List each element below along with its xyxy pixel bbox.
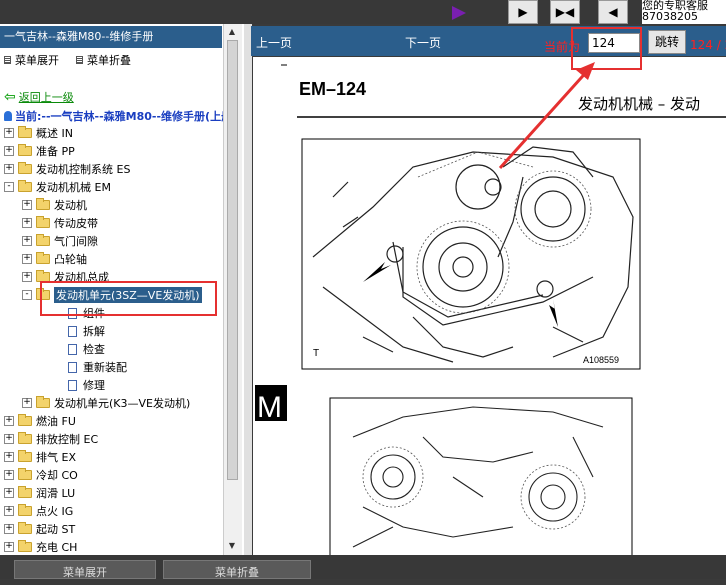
annotation-arrow-line bbox=[498, 66, 592, 170]
bottom-collapse-button[interactable]: 菜单折叠 bbox=[163, 560, 311, 579]
annotation-arrow bbox=[498, 62, 595, 170]
annotation-arrow-head bbox=[576, 62, 595, 80]
bottom-expand-button[interactable]: 菜单展开 bbox=[14, 560, 156, 579]
